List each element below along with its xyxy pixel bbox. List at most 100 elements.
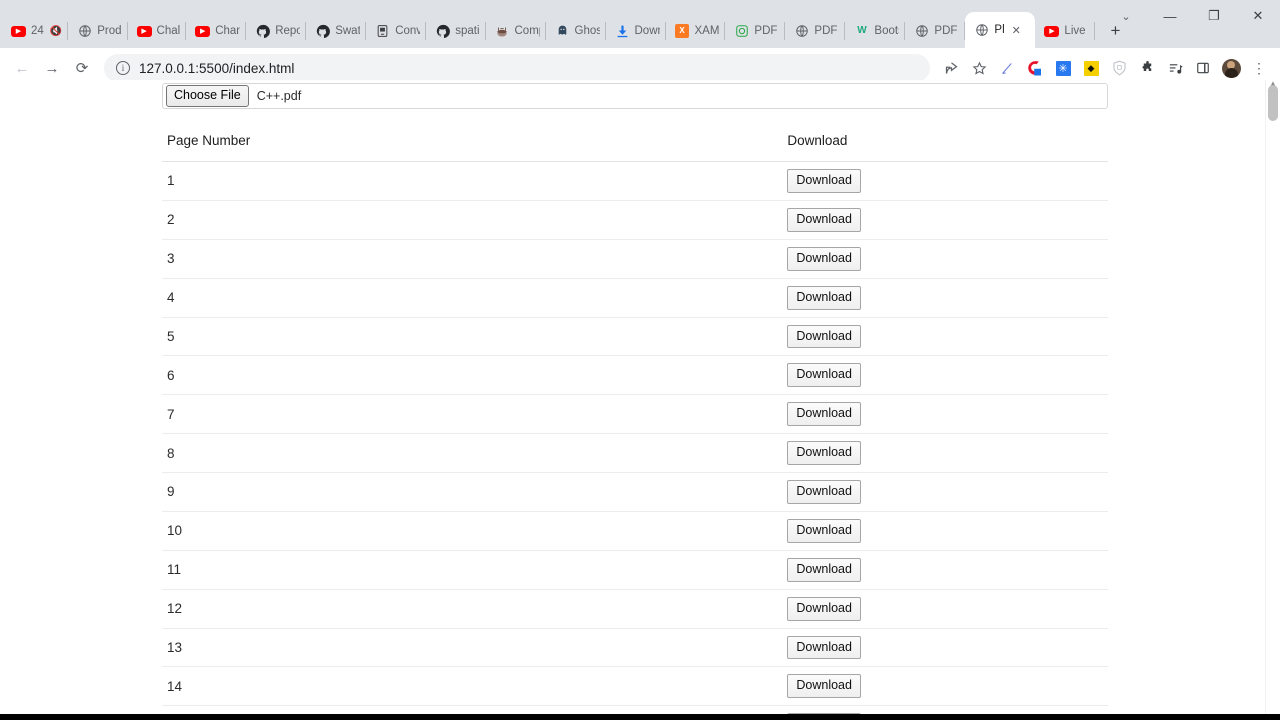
tab-label: PDF t <box>814 25 839 37</box>
pen-highlighter-icon[interactable] <box>994 55 1020 81</box>
extension-diamond-icon[interactable]: ◆ <box>1078 55 1104 81</box>
site-info-icon[interactable]: i <box>116 61 130 75</box>
youtube-icon: ▶ <box>1044 24 1060 39</box>
table-body: 1 Download 2 Download 3 Download 4 Download 5 Dow… <box>162 161 1108 714</box>
tab-label: Conv <box>395 25 421 37</box>
reload-button[interactable]: ⟳ <box>68 54 96 82</box>
page-content: Choose File C++.pdf Page Number Download… <box>162 83 1108 714</box>
close-window-button[interactable]: ✕ <box>1236 0 1280 32</box>
download-button[interactable]: Download <box>787 246 861 271</box>
browser-tab[interactable]: Repo <box>246 14 307 48</box>
browser-tab[interactable]: PDF t <box>725 14 786 48</box>
side-panel-icon[interactable] <box>1190 55 1216 81</box>
cell-page-number: 4 <box>162 278 289 318</box>
cell-download: Download <box>288 666 1108 707</box>
url-text: 127.0.0.1:5500/index.html <box>139 60 295 76</box>
globe-icon <box>794 24 809 39</box>
browser-tab[interactable]: W Boots <box>845 14 906 48</box>
download-button[interactable]: Download <box>787 363 861 388</box>
maximize-button[interactable]: ❐ <box>1192 0 1236 32</box>
download-button[interactable]: Download <box>787 207 861 232</box>
download-button[interactable]: Download <box>787 674 861 699</box>
share-icon[interactable] <box>938 55 964 81</box>
browser-tab[interactable]: ▶ Live s <box>1035 14 1096 48</box>
browser-tab[interactable]: Swati <box>306 14 367 48</box>
extension-opera-icon[interactable] <box>1022 55 1048 81</box>
w3schools-icon: W <box>857 25 867 36</box>
back-button[interactable]: ← <box>8 54 36 82</box>
browser-tab[interactable]: ▶ 24 🔇 <box>2 14 69 48</box>
browser-tab[interactable]: ▶ Chal <box>128 14 187 48</box>
cell-page-number: 11 <box>162 550 289 590</box>
browser-tab[interactable]: Ghos <box>546 14 606 48</box>
tab-label: Down <box>634 25 660 37</box>
cell-page-number: 14 <box>162 666 289 707</box>
tab-label: spati <box>455 25 480 37</box>
download-button[interactable]: Download <box>787 557 861 582</box>
browser-tab[interactable]: Down <box>606 14 666 48</box>
extension-snowflake-icon[interactable]: ✳ <box>1050 55 1076 81</box>
download-button[interactable]: Download <box>787 518 861 543</box>
table-row: 9 Download <box>162 472 1108 512</box>
browser-tab[interactable]: Prod <box>68 14 128 48</box>
cell-download: Download <box>288 161 1108 201</box>
browser-tab[interactable]: X XAM <box>666 14 726 48</box>
file-input[interactable]: Choose File C++.pdf <box>162 83 1108 109</box>
extensions-puzzle-icon[interactable] <box>1134 55 1160 81</box>
page-scrollbar[interactable]: ▲ <box>1265 79 1280 714</box>
search-tabs-button[interactable]: ⌄ <box>1104 0 1148 32</box>
page-viewport: Choose File C++.pdf Page Number Download… <box>0 80 1280 714</box>
cell-page-number: 10 <box>162 511 289 551</box>
tab-strip: ▶ 24 🔇 Prod ▶ Chal ▶ Chan Repo Swati Conv spati Comp… <box>0 0 1280 48</box>
address-bar[interactable]: i 127.0.0.1:5500/index.html <box>104 54 930 82</box>
browser-tab[interactable]: Pl ✕ <box>965 12 1036 48</box>
globe-icon <box>914 24 929 39</box>
reading-list-icon[interactable] <box>1162 55 1188 81</box>
xampp-icon: X <box>675 24 690 39</box>
chrome-menu-icon[interactable]: ⋮ <box>1246 55 1272 81</box>
browser-tab[interactable]: spati <box>426 14 486 48</box>
tab-close-icon[interactable]: ✕ <box>1012 24 1021 37</box>
youtube-icon: ▶ <box>195 24 211 39</box>
pdf24-icon <box>734 24 749 39</box>
github-icon <box>435 24 450 39</box>
download-icon <box>615 24 630 39</box>
browser-tab[interactable]: Comp <box>486 14 546 48</box>
download-button[interactable]: Download <box>787 635 861 660</box>
bookmark-star-icon[interactable] <box>966 55 992 81</box>
table-header-row: Page Number Download <box>162 127 1108 162</box>
tab-mute-icon[interactable]: 🔇 <box>50 26 62 37</box>
download-button[interactable]: Download <box>787 285 861 310</box>
minimize-button[interactable]: — <box>1148 0 1192 32</box>
cell-download: Download <box>288 628 1108 668</box>
forward-button[interactable]: → <box>38 54 66 82</box>
download-button[interactable]: Download <box>787 480 861 504</box>
browser-tab[interactable]: PDF t <box>785 14 846 48</box>
choose-file-button[interactable]: Choose File <box>166 85 249 107</box>
tab-label: XAM <box>694 25 720 37</box>
browser-tab[interactable]: ▶ Chan <box>186 14 247 48</box>
profile-avatar[interactable] <box>1218 55 1244 81</box>
cell-download: Download <box>288 239 1108 279</box>
cell-download: Download <box>288 433 1108 473</box>
download-button[interactable]: Download <box>787 169 861 193</box>
download-button[interactable]: Download <box>787 441 861 465</box>
cell-page-number: 6 <box>162 355 289 396</box>
cell-page-number: 5 <box>162 317 289 357</box>
browser-tab[interactable]: Conv <box>366 14 427 48</box>
browser-tab[interactable]: PDF t <box>905 14 966 48</box>
cell-page-number: 8 <box>162 433 289 473</box>
download-button[interactable]: Download <box>787 324 861 349</box>
table-row: 7 Download <box>162 394 1108 435</box>
cell-download: Download <box>288 317 1108 357</box>
tab-label: 24 <box>31 25 44 37</box>
download-button[interactable]: Download <box>787 596 861 621</box>
lastpass-shield-icon[interactable] <box>1106 55 1132 81</box>
cell-download: Download <box>288 550 1108 590</box>
ghost-icon <box>555 24 570 39</box>
tab-label: Pl <box>994 24 1005 36</box>
cell-download: Download <box>288 472 1108 512</box>
download-button[interactable]: Download <box>787 402 861 427</box>
column-header-page-number: Page Number <box>162 127 289 162</box>
scrollbar-thumb[interactable] <box>1268 85 1278 121</box>
